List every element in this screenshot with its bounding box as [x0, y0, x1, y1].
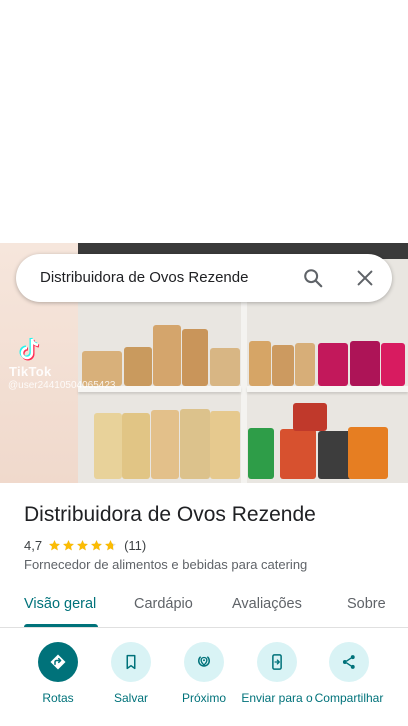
search-icon[interactable] — [302, 267, 324, 289]
directions-button[interactable]: Rotas — [20, 642, 96, 705]
place-title: Distribuidora de Ovos Rezende — [24, 503, 316, 526]
share-icon — [329, 642, 369, 682]
rating-value: 4,7 — [24, 537, 43, 553]
send-to-phone-label: Enviar para o — [241, 691, 313, 705]
directions-icon — [38, 642, 78, 682]
photo-product — [348, 427, 388, 479]
photo-product — [272, 345, 294, 386]
share-label: Compartilhar — [314, 691, 384, 705]
star-icon — [49, 539, 60, 550]
nearby-label: Próximo — [181, 691, 226, 705]
photo-product — [124, 347, 152, 386]
photo-product — [182, 329, 208, 386]
tiktok-watermark-user: @user24410504065423 — [8, 380, 116, 391]
blank-header-area — [0, 0, 408, 243]
bookmark-icon — [111, 642, 151, 682]
nearby-button[interactable]: Próximo — [166, 642, 242, 705]
star-icon — [105, 539, 116, 550]
send-to-phone-button[interactable]: Enviar para o — [239, 642, 315, 705]
search-bar[interactable]: Distribuidora de Ovos Rezende — [16, 254, 392, 302]
action-buttons-row: Rotas Salvar Próximo Enviar para o Compa… — [0, 628, 408, 726]
directions-label: Rotas — [42, 691, 74, 705]
place-tabs: Visão geral Cardápio Avaliações Sobre — [0, 583, 408, 628]
place-category: Fornecedor de alimentos e bebidas para c… — [24, 557, 308, 572]
photo-product — [122, 413, 150, 479]
send-to-phone-icon — [257, 642, 297, 682]
photo-product — [280, 429, 316, 479]
photo-product — [94, 413, 122, 479]
tiktok-watermark-brand: TikTok — [9, 364, 52, 379]
nearby-icon — [184, 642, 224, 682]
tab-menu[interactable]: Cardápio — [134, 596, 193, 612]
save-button[interactable]: Salvar — [93, 642, 169, 705]
photo-product — [293, 403, 327, 431]
star-icon — [77, 539, 88, 550]
search-input[interactable]: Distribuidora de Ovos Rezende — [40, 269, 248, 286]
save-label: Salvar — [113, 691, 148, 705]
tab-reviews[interactable]: Avaliações — [232, 596, 302, 612]
tiktok-logo-icon — [19, 337, 40, 361]
photo-product — [248, 428, 274, 479]
photo-product — [350, 341, 380, 386]
photo-product — [318, 431, 352, 479]
photo-product — [210, 348, 240, 386]
photo-product — [151, 410, 179, 479]
photo-product — [381, 343, 405, 386]
photo-product — [210, 411, 240, 479]
active-tab-indicator — [24, 624, 98, 627]
share-button[interactable]: Compartilhar — [311, 642, 387, 705]
photo-shelf-board — [247, 386, 408, 392]
photo-product — [180, 409, 210, 479]
rating-stars — [48, 539, 118, 552]
tab-overview[interactable]: Visão geral — [24, 596, 96, 612]
close-icon[interactable] — [354, 267, 376, 289]
review-count: (11) — [124, 537, 147, 553]
photo-product — [295, 343, 315, 386]
star-icon — [63, 539, 74, 550]
rating-row[interactable]: 4,7 (11) — [24, 536, 146, 554]
star-icon — [91, 539, 102, 550]
photo-product — [249, 341, 271, 386]
tab-about[interactable]: Sobre — [347, 596, 386, 612]
photo-product — [153, 325, 181, 386]
photo-product — [318, 343, 348, 386]
